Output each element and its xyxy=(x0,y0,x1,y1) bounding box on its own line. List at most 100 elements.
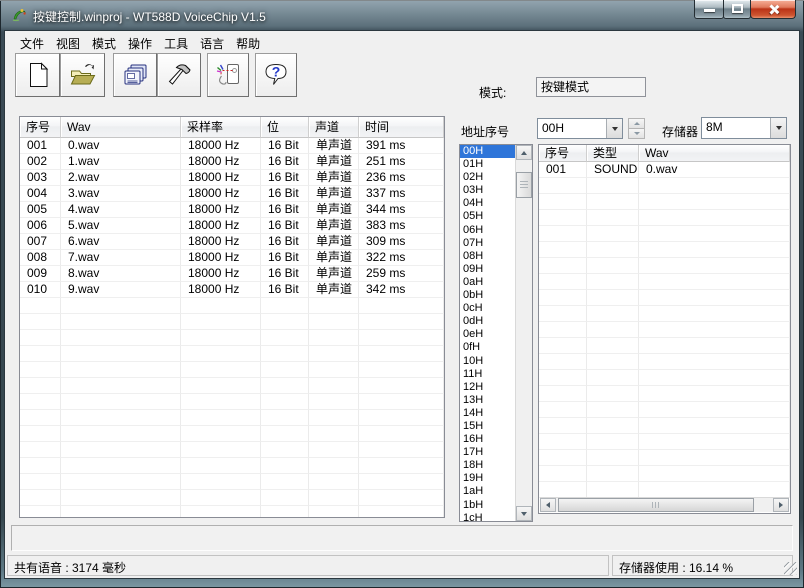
address-item-1bH[interactable]: 1bH xyxy=(460,499,515,512)
wav-column-header-3[interactable]: 位 xyxy=(261,117,309,138)
address-table-empty-row[interactable] xyxy=(539,242,790,258)
address-table-empty-row[interactable] xyxy=(539,402,790,418)
spinner-down-button[interactable] xyxy=(628,129,645,139)
menu-item-language[interactable]: 语言 xyxy=(194,31,230,52)
menu-item-tools[interactable]: 工具 xyxy=(158,31,194,52)
menu-item-file[interactable]: 文件 xyxy=(14,31,50,52)
wav-table-row[interactable]: 0109.wav18000 Hz16 Bit单声道342 ms xyxy=(20,282,444,298)
wav-column-header-5[interactable]: 时间 xyxy=(359,117,444,138)
address-item-0eH[interactable]: 0eH xyxy=(460,328,515,341)
wav-table-empty-row[interactable] xyxy=(20,362,444,378)
address-item-0fH[interactable]: 0fH xyxy=(460,341,515,354)
wav-table-empty-row[interactable] xyxy=(20,394,444,410)
address-item-15H[interactable]: 15H xyxy=(460,420,515,433)
menu-item-operation[interactable]: 操作 xyxy=(122,31,158,52)
address-table-empty-row[interactable] xyxy=(539,178,790,194)
address-spinner[interactable] xyxy=(628,118,645,139)
address-item-03H[interactable]: 03H xyxy=(460,184,515,197)
address-column-header-1[interactable]: 类型 xyxy=(587,145,639,162)
wav-table-empty-row[interactable] xyxy=(20,314,444,330)
address-table-empty-row[interactable] xyxy=(539,194,790,210)
wav-column-header-2[interactable]: 采样率 xyxy=(181,117,261,138)
scroll-down-button[interactable] xyxy=(516,506,532,521)
titlebar[interactable]: 按键控制.winproj - WT588D VoiceChip V1.5 xyxy=(0,0,804,30)
address-combo-dropdown-button[interactable] xyxy=(606,119,622,138)
address-item-05H[interactable]: 05H xyxy=(460,210,515,223)
wav-table-row[interactable]: 0010.wav18000 Hz16 Bit单声道391 ms xyxy=(20,138,444,154)
address-column-header-2[interactable]: Wav xyxy=(639,145,790,162)
address-table-empty-row[interactable] xyxy=(539,482,790,498)
scroll-up-button[interactable] xyxy=(516,145,532,160)
address-item-12H[interactable]: 12H xyxy=(460,381,515,394)
address-item-00H[interactable]: 00H xyxy=(460,145,515,158)
wav-table-empty-row[interactable] xyxy=(20,458,444,474)
menu-item-view[interactable]: 视图 xyxy=(50,31,86,52)
address-item-17H[interactable]: 17H xyxy=(460,446,515,459)
address-table-empty-row[interactable] xyxy=(539,210,790,226)
address-item-02H[interactable]: 02H xyxy=(460,171,515,184)
address-item-09H[interactable]: 09H xyxy=(460,263,515,276)
new-file-button[interactable] xyxy=(15,53,60,97)
address-item-08H[interactable]: 08H xyxy=(460,250,515,263)
wav-table-row[interactable]: 0076.wav18000 Hz16 Bit单声道309 ms xyxy=(20,234,444,250)
wav-column-header-0[interactable]: 序号 xyxy=(20,117,61,138)
menu-item-mode[interactable]: 模式 xyxy=(86,31,122,52)
address-item-13H[interactable]: 13H xyxy=(460,394,515,407)
scrollbar-thumb[interactable] xyxy=(558,498,754,512)
address-table-empty-row[interactable] xyxy=(539,274,790,290)
address-table-empty-row[interactable] xyxy=(539,418,790,434)
address-table-empty-row[interactable] xyxy=(539,258,790,274)
build-button[interactable] xyxy=(157,53,201,97)
address-item-1cH[interactable]: 1cH xyxy=(460,512,515,521)
address-column-header-0[interactable]: 序号 xyxy=(539,145,587,162)
address-item-1aH[interactable]: 1aH xyxy=(460,485,515,498)
memory-combo-dropdown-button[interactable] xyxy=(770,118,786,138)
wav-table-empty-row[interactable] xyxy=(20,426,444,442)
address-table-empty-row[interactable] xyxy=(539,434,790,450)
wav-table-row[interactable]: 0087.wav18000 Hz16 Bit单声道322 ms xyxy=(20,250,444,266)
address-combo[interactable]: 00H xyxy=(537,118,623,139)
wav-table-empty-row[interactable] xyxy=(20,346,444,362)
address-table-empty-row[interactable] xyxy=(539,226,790,242)
scroll-left-button[interactable] xyxy=(540,498,556,512)
wav-table-empty-row[interactable] xyxy=(20,298,444,314)
address-item-0aH[interactable]: 0aH xyxy=(460,276,515,289)
wav-column-header-1[interactable]: Wav xyxy=(61,117,181,138)
address-item-18H[interactable]: 18H xyxy=(460,459,515,472)
address-table-empty-row[interactable] xyxy=(539,466,790,482)
spinner-up-button[interactable] xyxy=(628,118,645,129)
address-item-10H[interactable]: 10H xyxy=(460,355,515,368)
address-table-empty-row[interactable] xyxy=(539,386,790,402)
address-item-04H[interactable]: 04H xyxy=(460,197,515,210)
address-table-empty-row[interactable] xyxy=(539,338,790,354)
help-button[interactable]: ? xyxy=(255,53,297,97)
address-table-hscrollbar[interactable] xyxy=(540,497,789,512)
wav-table-empty-row[interactable] xyxy=(20,378,444,394)
address-table-row[interactable]: 001SOUND0.wav xyxy=(539,162,790,178)
wav-table-row[interactable]: 0054.wav18000 Hz16 Bit单声道344 ms xyxy=(20,202,444,218)
address-item-19H[interactable]: 19H xyxy=(460,472,515,485)
wav-table-empty-row[interactable] xyxy=(20,490,444,506)
address-list-scrollbar[interactable] xyxy=(515,145,532,521)
address-table-empty-row[interactable] xyxy=(539,322,790,338)
wav-table-row[interactable]: 0098.wav18000 Hz16 Bit单声道259 ms xyxy=(20,266,444,282)
address-table-empty-row[interactable] xyxy=(539,450,790,466)
wav-table-empty-row[interactable] xyxy=(20,410,444,426)
maximize-button[interactable] xyxy=(723,0,751,19)
resize-grip[interactable] xyxy=(784,562,797,575)
minimize-button[interactable] xyxy=(694,0,724,19)
wav-table-row[interactable]: 0065.wav18000 Hz16 Bit单声道383 ms xyxy=(20,218,444,234)
address-item-06H[interactable]: 06H xyxy=(460,224,515,237)
wav-column-header-4[interactable]: 声道 xyxy=(309,117,359,138)
scrollbar-thumb[interactable] xyxy=(516,172,532,198)
voice-library-button[interactable] xyxy=(113,53,157,97)
address-listbox[interactable]: 00H01H02H03H04H05H06H07H08H09H0aH0bH0cH0… xyxy=(459,144,533,522)
address-item-0bH[interactable]: 0bH xyxy=(460,289,515,302)
address-table-empty-row[interactable] xyxy=(539,370,790,386)
scroll-right-button[interactable] xyxy=(773,498,789,512)
address-table-empty-row[interactable] xyxy=(539,354,790,370)
wav-table-empty-row[interactable] xyxy=(20,442,444,458)
wav-table-row[interactable]: 0021.wav18000 Hz16 Bit单声道251 ms xyxy=(20,154,444,170)
address-item-16H[interactable]: 16H xyxy=(460,433,515,446)
address-item-0cH[interactable]: 0cH xyxy=(460,302,515,315)
